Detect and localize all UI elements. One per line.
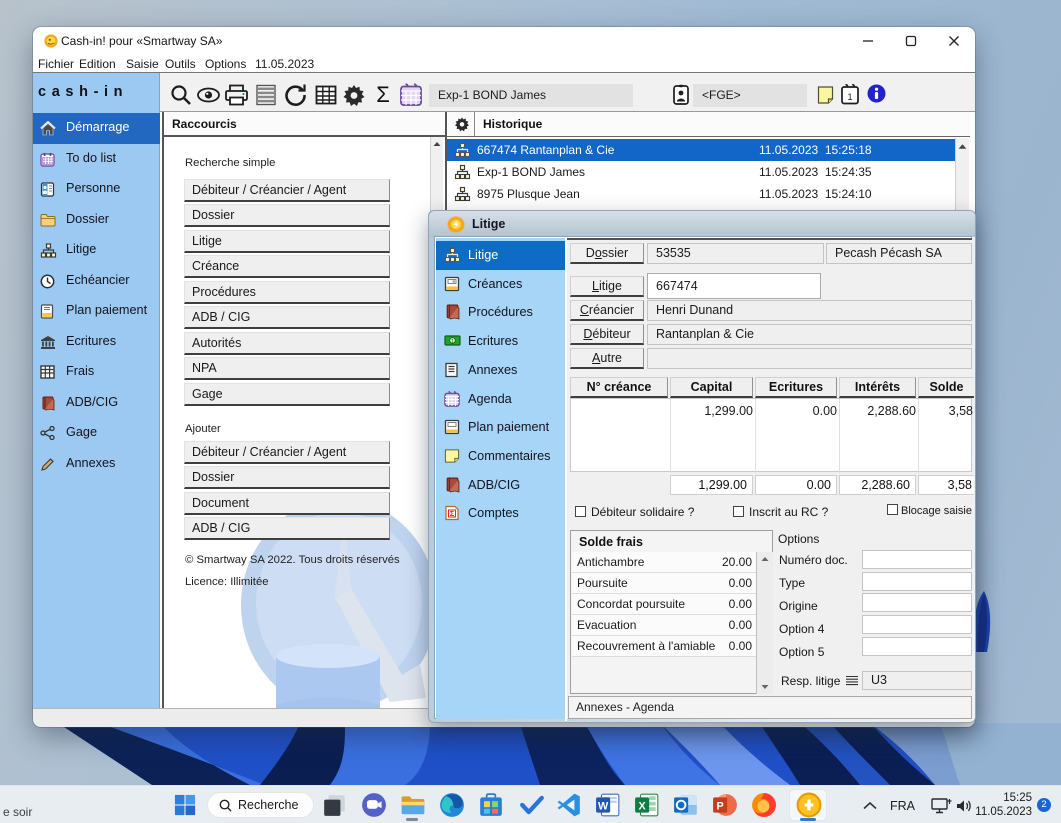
svg-text:1: 1 [847,92,852,103]
svg-text:Σ: Σ [450,511,454,518]
svg-text:X: X [639,800,647,812]
svg-text:W: W [598,800,609,812]
svg-text:1: 1 [451,339,454,345]
svg-text:P: P [717,800,724,812]
svg-text:Σ: Σ [376,83,390,107]
